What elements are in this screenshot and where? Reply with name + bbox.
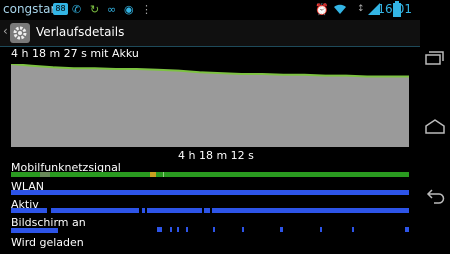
signal-bar-weak (40, 172, 50, 177)
signal-bar-poor (150, 172, 156, 177)
screen-bar (280, 227, 283, 232)
graph-time-label: 4 h 18 m 12 s (178, 149, 254, 162)
screen-bar (405, 227, 409, 232)
screen-bar (213, 227, 215, 232)
missed-call-icon: ✆ (72, 3, 82, 16)
status-bar: congstar 88 ✆ ↻ ∞ ◉ ⋮ ⏰ ↕ 16:01 (0, 0, 450, 20)
battery-duration-label: 4 h 18 m 27 s mit Akku (11, 47, 139, 60)
signal-type-icon: ↕ (357, 4, 365, 14)
page-title: Verlaufsdetails (36, 25, 125, 39)
awake-bar (204, 208, 210, 213)
screen-bar (157, 227, 162, 232)
navigation-bar (420, 0, 450, 254)
menu-dots-icon: ⋮ (141, 3, 152, 16)
target-icon: ◉ (124, 3, 134, 16)
awake-bar (11, 208, 47, 213)
signal-bar (11, 172, 409, 177)
back-button[interactable] (424, 188, 446, 208)
awake-bar (212, 208, 409, 213)
screen-bar (177, 227, 179, 232)
wifi-icon (333, 3, 347, 18)
screen-bar (320, 227, 322, 232)
track-label-charging: Wird geladen (11, 236, 84, 249)
awake-bar (147, 208, 202, 213)
battery-graph (11, 64, 409, 147)
link-icon: ∞ (107, 3, 117, 16)
up-caret-icon[interactable]: ‹ (3, 24, 8, 38)
signal-bar-mark (163, 172, 164, 177)
awake-bar (142, 208, 145, 213)
recent-apps-button[interactable] (424, 50, 446, 69)
clock: 16:01 (377, 2, 412, 16)
alarm-icon: ⏰ (315, 3, 329, 16)
screen-bar (352, 227, 354, 232)
screen-bar (186, 227, 188, 232)
screen-bar (170, 227, 172, 232)
wlan-bar (11, 190, 409, 195)
settings-gear-icon[interactable] (10, 23, 30, 43)
sync-icon: ↻ (90, 3, 100, 16)
screen-bar (11, 228, 58, 233)
notification-badge: 88 (53, 3, 68, 15)
carrier-name: congstar (3, 2, 56, 16)
home-button[interactable] (424, 118, 446, 138)
screen-bar (242, 227, 244, 232)
action-bar[interactable]: ‹ Verlaufsdetails (0, 20, 420, 47)
awake-bar (51, 208, 139, 213)
